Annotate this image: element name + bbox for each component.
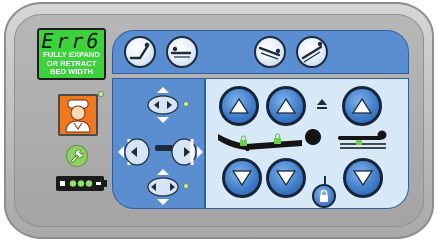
trendelenburg-icon (258, 46, 281, 60)
head-up-arrow[interactable] (219, 86, 259, 126)
bed-height-icon (336, 130, 392, 152)
flat-button[interactable] (166, 36, 198, 68)
battery-terminal (104, 180, 107, 187)
bed-down-arrow[interactable] (343, 158, 383, 198)
up-arrow-icon (275, 97, 297, 114)
bed-expand-icon (171, 138, 203, 166)
up-arrow-icon (351, 97, 373, 114)
width-led-top (183, 101, 189, 107)
patient-icon (216, 126, 326, 152)
bed-up-arrow[interactable] (342, 86, 382, 126)
bed-expand-button[interactable] (170, 133, 204, 171)
nurse-call-button[interactable] (58, 94, 98, 136)
trendelenburg-button[interactable] (254, 36, 286, 68)
lock-icon-small (240, 135, 247, 146)
bed-retract-button[interactable] (117, 133, 151, 171)
wrench-icon (66, 145, 88, 167)
error-code: Err6 (41, 29, 102, 53)
lock-connector (324, 176, 326, 185)
error-display: Err6 FULLY EXPAND OR RETRACT BED WIDTH (37, 28, 106, 80)
bed-retract-icon (118, 138, 150, 166)
flat-icon (170, 46, 192, 58)
nurse-call-icon (65, 99, 91, 133)
bed-wide-icon (147, 169, 179, 205)
down-arrow-icon (231, 170, 253, 187)
bed-narrow-icon (147, 87, 179, 123)
lock-button[interactable] (312, 184, 336, 208)
bed-narrow-button[interactable] (146, 86, 180, 124)
foot-up-arrow[interactable] (266, 86, 306, 126)
head-up-icon (129, 42, 150, 60)
down-arrow-icon (275, 170, 297, 187)
head-down-arrow[interactable] (222, 158, 262, 198)
head-up-button[interactable] (124, 36, 156, 68)
reverse-trendelenburg-button[interactable] (296, 36, 328, 68)
down-arrow-icon (352, 170, 374, 187)
up-arrow-icon (228, 97, 250, 114)
battery-icon (56, 176, 104, 191)
lock-icon (320, 189, 328, 202)
width-led-bottom (183, 183, 189, 189)
eject-icon (314, 96, 330, 112)
error-line-3: BED WIDTH (49, 67, 94, 76)
foot-down-arrow[interactable] (266, 158, 306, 198)
bed-wide-button[interactable] (146, 168, 180, 206)
reverse-trendelenburg-icon (301, 41, 323, 63)
nurse-call-led (98, 91, 104, 97)
